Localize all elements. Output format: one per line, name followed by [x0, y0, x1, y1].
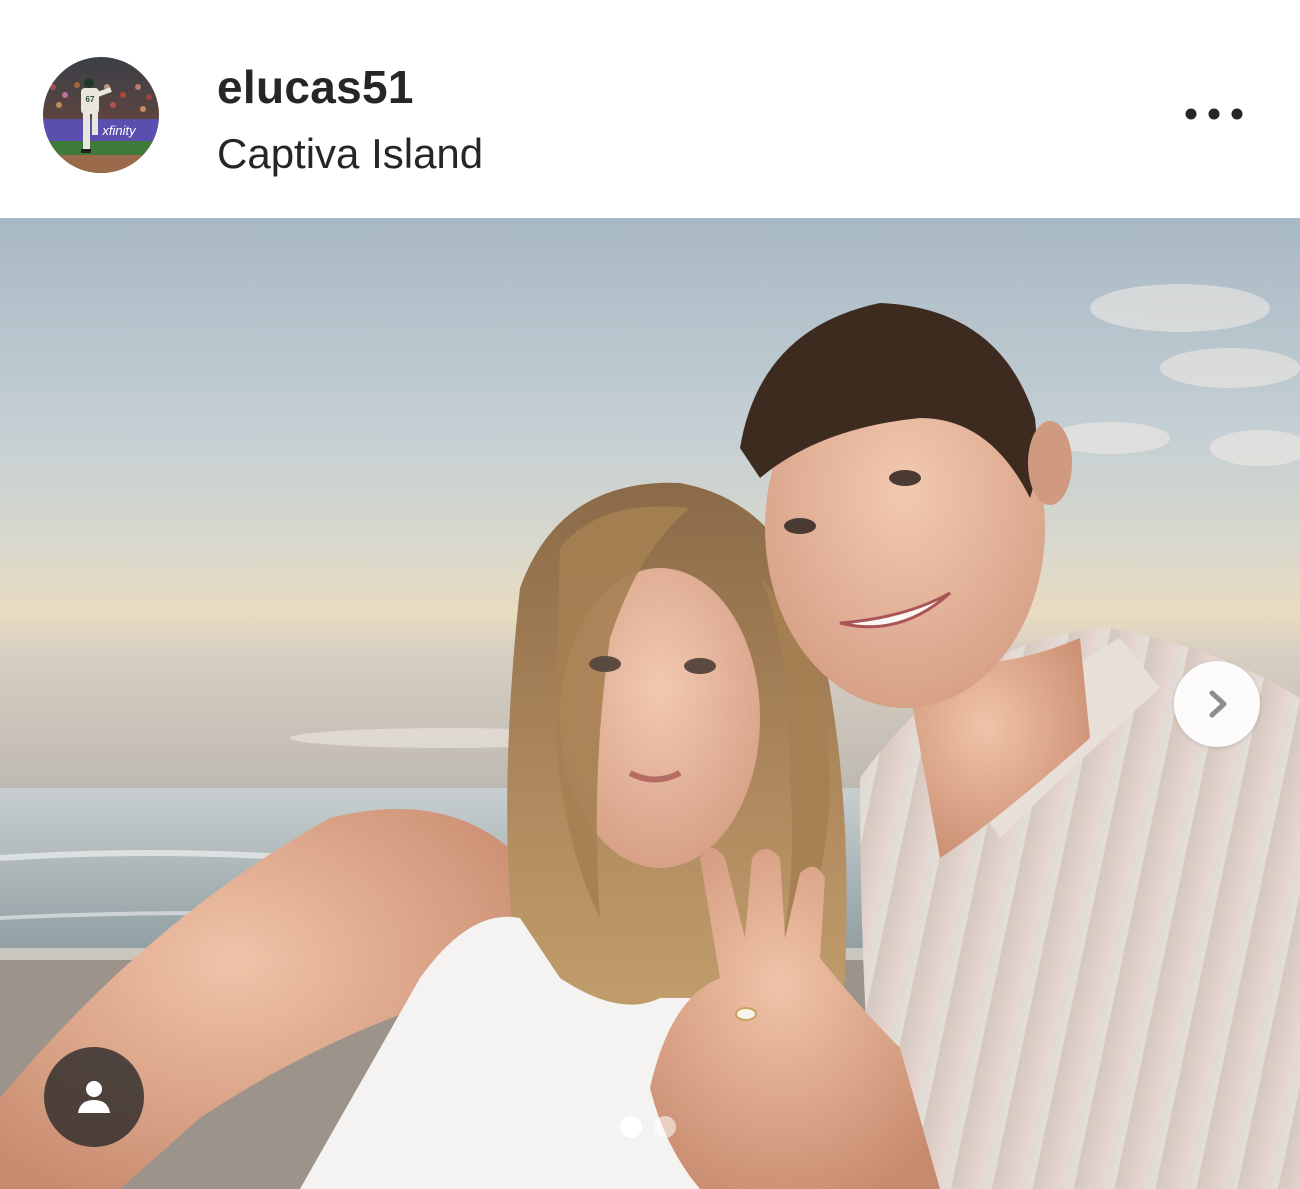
avatar-image: xfinity 67	[43, 57, 159, 173]
more-options-button[interactable]	[1176, 92, 1252, 136]
post-location[interactable]: Captiva Island	[217, 130, 483, 178]
user-tag-icon	[78, 1081, 110, 1113]
carousel-next-button[interactable]	[1174, 661, 1260, 747]
more-horizontal-icon	[1185, 108, 1243, 120]
post-header: xfinity 67 elucas51 Captiva Island	[0, 0, 1300, 218]
post-media[interactable]	[0, 218, 1300, 1189]
carousel-dot-active	[620, 1116, 642, 1138]
carousel-dot	[654, 1116, 676, 1138]
post-photo	[0, 218, 1300, 1189]
profile-avatar[interactable]: xfinity 67	[43, 57, 159, 173]
chevron-right-icon	[1209, 690, 1227, 718]
post-username[interactable]: elucas51	[217, 60, 414, 114]
tagged-users-button[interactable]	[44, 1047, 144, 1147]
carousel-indicator	[620, 1116, 676, 1138]
avatar-banner-text: xfinity	[101, 123, 137, 138]
avatar-jersey-number: 67	[86, 95, 95, 104]
